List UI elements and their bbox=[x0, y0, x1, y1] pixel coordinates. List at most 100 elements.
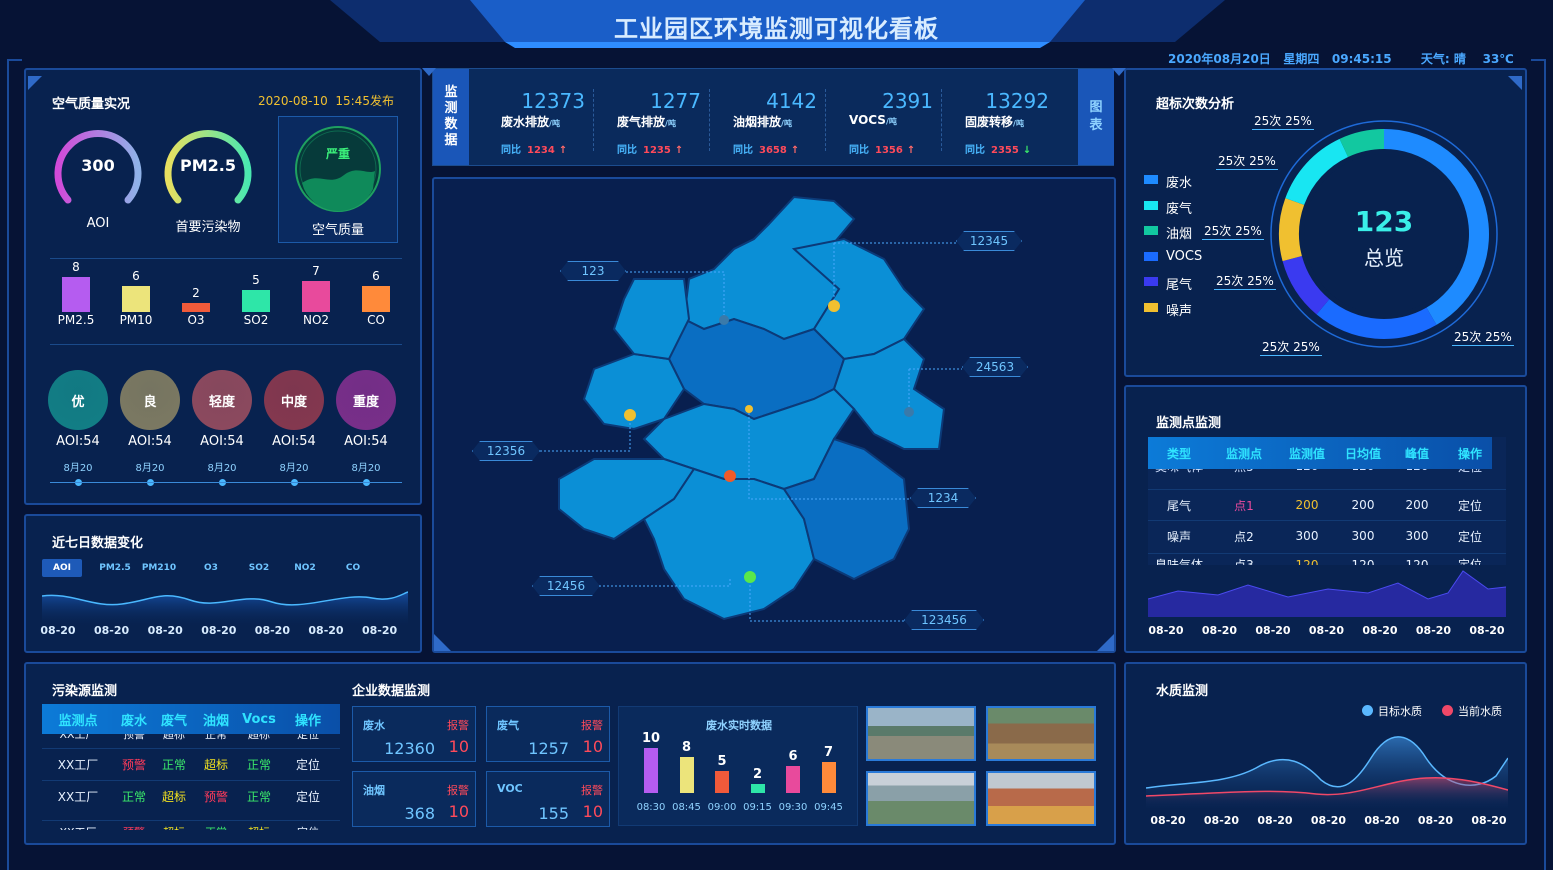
date-label: 08-20 bbox=[1255, 624, 1291, 637]
table-row[interactable]: XX工厂 预警 正常 超标 正常 定位 bbox=[42, 748, 340, 780]
map-callout[interactable]: 12356 bbox=[472, 441, 540, 461]
card-value: 368 bbox=[404, 804, 435, 823]
slice-label: 25次 25% bbox=[1214, 274, 1276, 290]
pollutant-bar-label: SO2 bbox=[243, 313, 269, 327]
seven-day-panel: 近七日数据变化 AOI PM2.5 PM210 O3 SO2 NO2 CO 08-20 08-… bbox=[24, 514, 422, 653]
cell: 定位 bbox=[280, 824, 336, 831]
realtime-bar-value: 5 bbox=[717, 753, 727, 769]
temperature-text: 33℃ bbox=[1482, 52, 1514, 66]
enterprise-card[interactable]: VOC 报警 155 10 bbox=[486, 771, 610, 827]
column-header: 操作 bbox=[294, 713, 321, 729]
aqi-level-circle[interactable]: 良 bbox=[120, 370, 180, 430]
column-header: 废气 bbox=[160, 713, 187, 729]
map-callout[interactable]: 24563 bbox=[962, 357, 1028, 377]
aqi-level-value: AOI:54 bbox=[200, 434, 244, 449]
site-photo-4[interactable] bbox=[986, 771, 1096, 826]
table-row[interactable]: XX工厂 正常 超标 预警 正常 定位 bbox=[42, 780, 340, 812]
tab-so2[interactable]: SO2 bbox=[236, 559, 282, 577]
aqi-level-circle[interactable]: 重度 bbox=[336, 370, 396, 430]
site-photo-3[interactable] bbox=[866, 771, 976, 826]
legend-label: VOCS bbox=[1166, 248, 1203, 264]
aqi-level-circle[interactable]: 轻度 bbox=[192, 370, 252, 430]
table-row[interactable]: 噪声 点2 300 300 300 定位 bbox=[1148, 520, 1506, 551]
map-callout[interactable]: 12345 bbox=[956, 231, 1022, 251]
column-header: 油烟 bbox=[202, 713, 229, 729]
datetime-weather: 2020年08月20日 星期四 09:45:15 天气: 晴 33℃ bbox=[1168, 50, 1514, 67]
realtime-bar-time: 09:30 bbox=[778, 802, 808, 813]
tab-pm210[interactable]: PM210 bbox=[136, 559, 182, 577]
points-table: 臭味气体点5120120120定位 类型监测点监测值日均值峰值操作 尾气点120… bbox=[1148, 437, 1506, 565]
enterprise-card[interactable]: 废气 报警 1257 10 bbox=[486, 706, 610, 762]
cell: 300 bbox=[1295, 529, 1319, 543]
slice-label: 25次 25% bbox=[1216, 154, 1278, 170]
arrow-up-icon: ↑ bbox=[674, 145, 684, 156]
monitor-name-text: 废水排放 bbox=[501, 115, 550, 129]
legend-swatch bbox=[1144, 302, 1158, 312]
date-label: 08-20 bbox=[1148, 624, 1184, 637]
map-panel: 12345 123 24563 12356 1234 12456 123456 bbox=[432, 177, 1116, 653]
cell: 噪声 bbox=[1166, 529, 1191, 544]
cell: 300 bbox=[1351, 529, 1375, 543]
cell: 定位 bbox=[1457, 498, 1482, 513]
air-quality-panel: 空气质量实况 2020-08-10 15:45发布 300 AOI PM2.5 … bbox=[24, 68, 422, 505]
enterprise-card[interactable]: 废水 报警 12360 10 bbox=[352, 706, 476, 762]
monitor-unit: /吨 bbox=[885, 117, 897, 126]
cell: 200 bbox=[1405, 498, 1429, 512]
cell: 正常 bbox=[194, 824, 238, 831]
site-photo-2[interactable] bbox=[986, 706, 1096, 761]
monitor-yoy: 同比 3658 ↑ bbox=[733, 141, 833, 156]
cell: 超标 bbox=[238, 824, 280, 831]
date-label: 08-20 bbox=[1415, 624, 1452, 637]
map-callout[interactable]: 12456 bbox=[532, 576, 600, 596]
publish-time: 2020-08-10 15:45发布 bbox=[258, 94, 394, 108]
column-header: 监测值 bbox=[1288, 446, 1325, 461]
date-label: 08-20 bbox=[94, 624, 130, 637]
site-photo-1[interactable] bbox=[866, 706, 976, 761]
tab-o3[interactable]: O3 bbox=[188, 559, 234, 577]
quality-label: 空气质量 bbox=[311, 223, 364, 238]
tab-pm25[interactable]: PM2.5 bbox=[92, 559, 138, 577]
date-label: 08-20 bbox=[254, 624, 290, 637]
chart-toggle[interactable]: 图表 bbox=[1078, 69, 1114, 165]
column-header: 监测点 bbox=[58, 713, 98, 729]
tab-co[interactable]: CO bbox=[330, 559, 376, 577]
map-callout[interactable]: 123456 bbox=[904, 610, 984, 630]
enterprise-card[interactable]: 油烟 报警 368 10 bbox=[352, 771, 476, 827]
water-chart bbox=[1146, 736, 1508, 808]
monitor-yoy: 同比 1235 ↑ bbox=[617, 141, 717, 156]
date-label: 08-20 bbox=[1150, 814, 1186, 827]
yoy-value: 1235 bbox=[643, 145, 671, 156]
arrow-up-icon: ↑ bbox=[790, 145, 800, 156]
realtime-chart: 废水实时数据 10 08:30 8 08:45 5 09:00 2 09:15 6 09:30 7 0… bbox=[618, 706, 858, 826]
date-label: 08-20 bbox=[1203, 814, 1240, 827]
yoy-value: 1234 bbox=[527, 145, 555, 156]
aqi-label: AOI bbox=[86, 216, 110, 231]
table-row[interactable]: 尾气 点1 200 200 200 定位 bbox=[1148, 489, 1506, 520]
aqi-level-circle[interactable]: 中度 bbox=[264, 370, 324, 430]
map-callout[interactable]: 123 bbox=[560, 261, 626, 281]
card-value: 155 bbox=[538, 804, 569, 823]
map-callout[interactable]: 1234 bbox=[910, 488, 976, 508]
monitor-unit: /吨 bbox=[1013, 119, 1024, 128]
card-value: 12360 bbox=[384, 739, 435, 758]
pollutant-bar-value: 8 bbox=[72, 259, 80, 274]
card-alarm: 报警 bbox=[447, 719, 469, 732]
donut-slice[interactable] bbox=[1339, 129, 1384, 157]
tab-no2[interactable]: NO2 bbox=[282, 559, 328, 577]
pollutant-bar bbox=[242, 290, 270, 312]
donut-slice[interactable] bbox=[1279, 198, 1305, 262]
tab-aoi[interactable]: AOI bbox=[42, 559, 82, 577]
timeline-line bbox=[50, 482, 402, 483]
weather-text: 晴 bbox=[1453, 52, 1466, 66]
monitor-name: 废气排放/吨 bbox=[617, 113, 713, 130]
cell: XX工厂 bbox=[57, 790, 99, 804]
monitor-name: 废水排放/吨 bbox=[501, 113, 597, 130]
cell: 200 bbox=[1295, 498, 1319, 512]
date-label: 08-20 bbox=[201, 624, 237, 637]
points-panel: 监测点监测 臭味气体点5120120120定位 类型监测点监测值日均值峰值操作 … bbox=[1124, 385, 1527, 653]
aqi-level-circle[interactable]: 优 bbox=[48, 370, 108, 430]
legend-swatch bbox=[1144, 277, 1158, 286]
points-title: 监测点监测 bbox=[1156, 416, 1222, 431]
arrow-up-icon: ↑ bbox=[558, 145, 568, 156]
donut-center-label: 总览 bbox=[1364, 246, 1404, 270]
